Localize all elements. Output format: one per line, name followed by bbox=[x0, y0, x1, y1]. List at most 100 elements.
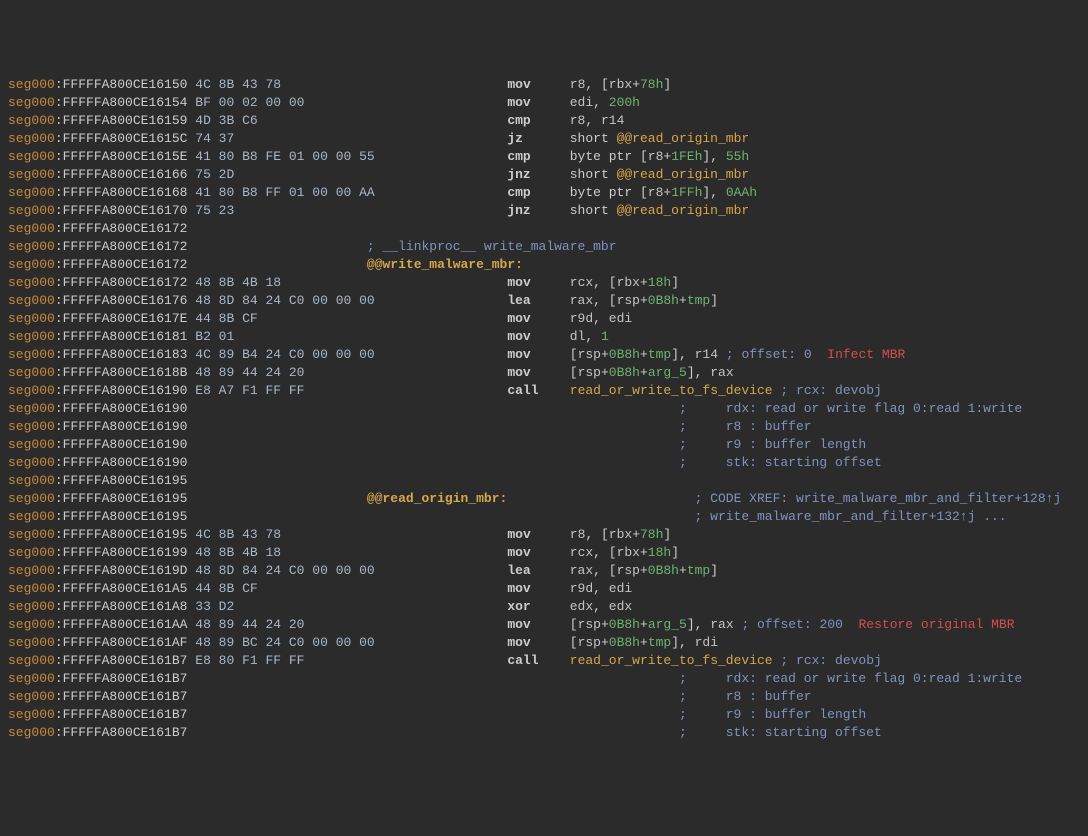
operands: r8, [rbx+78h] bbox=[570, 77, 671, 92]
disasm-line[interactable]: seg000:FFFFFA800CE16172 @@write_malware_… bbox=[8, 256, 1080, 274]
address-offset: FFFFFA800CE16190 bbox=[63, 455, 188, 470]
address-offset: FFFFFA800CE16190 bbox=[63, 401, 188, 416]
disasm-line[interactable]: seg000:FFFFFA800CE16190 ; r9 : buffer le… bbox=[8, 436, 1080, 454]
address-offset: FFFFFA800CE16195 bbox=[63, 473, 188, 488]
proc-comment: ; __linkproc__ write_malware_mbr bbox=[367, 239, 617, 254]
mnemonic: mov bbox=[507, 581, 530, 596]
disasm-line[interactable]: seg000:FFFFFA800CE16150 4C 8B 43 78 mov … bbox=[8, 76, 1080, 94]
address-offset: FFFFFA800CE16172 bbox=[63, 239, 188, 254]
disasm-line[interactable]: seg000:FFFFFA800CE16199 48 8B 4B 18 mov … bbox=[8, 544, 1080, 562]
disasm-line[interactable]: seg000:FFFFFA800CE161B7 ; stk: starting … bbox=[8, 724, 1080, 742]
disasm-line[interactable]: seg000:FFFFFA800CE16195 @@read_origin_mb… bbox=[8, 490, 1080, 508]
tail-comment: ; r8 : buffer bbox=[679, 689, 812, 704]
disasm-line[interactable]: seg000:FFFFFA800CE161AF 48 89 BC 24 C0 0… bbox=[8, 634, 1080, 652]
segment-name: seg000 bbox=[8, 473, 55, 488]
operands: dl, 1 bbox=[570, 329, 609, 344]
mnemonic: mov bbox=[507, 527, 530, 542]
disasm-line[interactable]: seg000:FFFFFA800CE1618B 48 89 44 24 20 m… bbox=[8, 364, 1080, 382]
disasm-line[interactable]: seg000:FFFFFA800CE16190 ; rdx: read or w… bbox=[8, 400, 1080, 418]
code-label[interactable]: @@write_malware_mbr: bbox=[367, 257, 523, 272]
disasm-line[interactable]: seg000:FFFFFA800CE161A8 33 D2 xor edx, e… bbox=[8, 598, 1080, 616]
address-offset: FFFFFA800CE16159 bbox=[63, 113, 188, 128]
segment-name: seg000 bbox=[8, 167, 55, 182]
hex-bytes: 41 80 B8 FE 01 00 00 55 bbox=[195, 149, 374, 164]
operands: short @@read_origin_mbr bbox=[570, 131, 749, 146]
disasm-line[interactable]: seg000:FFFFFA800CE161B7 ; r9 : buffer le… bbox=[8, 706, 1080, 724]
segment-name: seg000 bbox=[8, 437, 55, 452]
mnemonic: mov bbox=[507, 365, 530, 380]
disasm-line[interactable]: seg000:FFFFFA800CE161B7 ; rdx: read or w… bbox=[8, 670, 1080, 688]
disasm-line[interactable]: seg000:FFFFFA800CE16172 ; __linkproc__ w… bbox=[8, 238, 1080, 256]
address-offset: FFFFFA800CE161B7 bbox=[63, 725, 188, 740]
disasm-line[interactable]: seg000:FFFFFA800CE16190 ; stk: starting … bbox=[8, 454, 1080, 472]
disasm-line[interactable]: seg000:FFFFFA800CE16168 41 80 B8 FF 01 0… bbox=[8, 184, 1080, 202]
mnemonic: lea bbox=[507, 563, 530, 578]
segment-name: seg000 bbox=[8, 77, 55, 92]
disasm-line[interactable]: seg000:FFFFFA800CE1617E 44 8B CF mov r9d… bbox=[8, 310, 1080, 328]
operands: rcx, [rbx+18h] bbox=[570, 275, 679, 290]
disasm-line[interactable]: seg000:FFFFFA800CE16190 ; r8 : buffer bbox=[8, 418, 1080, 436]
operands: short @@read_origin_mbr bbox=[570, 203, 749, 218]
segment-name: seg000 bbox=[8, 491, 55, 506]
disasm-line[interactable]: seg000:FFFFFA800CE16166 75 2D jnz short … bbox=[8, 166, 1080, 184]
operands: [rsp+0B8h+arg_5], rax bbox=[570, 365, 734, 380]
address-offset: FFFFFA800CE16183 bbox=[63, 347, 188, 362]
inline-comment: ; rcx: devobj bbox=[780, 653, 881, 668]
disasm-line[interactable]: seg000:FFFFFA800CE16195 bbox=[8, 472, 1080, 490]
disasm-line[interactable]: seg000:FFFFFA800CE16170 75 23 jnz short … bbox=[8, 202, 1080, 220]
disasm-line[interactable]: seg000:FFFFFA800CE161B7 ; r8 : buffer bbox=[8, 688, 1080, 706]
disasm-line[interactable]: seg000:FFFFFA800CE1615E 41 80 B8 FE 01 0… bbox=[8, 148, 1080, 166]
disasm-line[interactable]: seg000:FFFFFA800CE161AA 48 89 44 24 20 m… bbox=[8, 616, 1080, 634]
disasm-line[interactable]: seg000:FFFFFA800CE16159 4D 3B C6 cmp r8,… bbox=[8, 112, 1080, 130]
tail-comment: ; rdx: read or write flag 0:read 1:write bbox=[679, 671, 1022, 686]
hex-bytes: 44 8B CF bbox=[195, 581, 257, 596]
disasm-line[interactable]: seg000:FFFFFA800CE161A5 44 8B CF mov r9d… bbox=[8, 580, 1080, 598]
mnemonic: mov bbox=[507, 545, 530, 560]
tail-comment: ; r9 : buffer length bbox=[679, 707, 866, 722]
disasm-line[interactable]: seg000:FFFFFA800CE16195 ; write_malware_… bbox=[8, 508, 1080, 526]
hex-bytes: 48 8B 4B 18 bbox=[195, 545, 281, 560]
mnemonic: jnz bbox=[507, 203, 530, 218]
address-offset: FFFFFA800CE161A5 bbox=[63, 581, 188, 596]
disasm-line[interactable]: seg000:FFFFFA800CE16176 48 8D 84 24 C0 0… bbox=[8, 292, 1080, 310]
address-offset: FFFFFA800CE16181 bbox=[63, 329, 188, 344]
mnemonic: call bbox=[507, 653, 538, 668]
disasm-line[interactable]: seg000:FFFFFA800CE16195 4C 8B 43 78 mov … bbox=[8, 526, 1080, 544]
address-offset: FFFFFA800CE161B7 bbox=[63, 653, 188, 668]
disasm-line[interactable]: seg000:FFFFFA800CE1619D 48 8D 84 24 C0 0… bbox=[8, 562, 1080, 580]
hex-bytes: 48 8B 4B 18 bbox=[195, 275, 281, 290]
hex-bytes: 33 D2 bbox=[195, 599, 234, 614]
tail-comment: ; stk: starting offset bbox=[679, 725, 882, 740]
annotation: Restore original MBR bbox=[858, 617, 1014, 632]
disasm-line[interactable]: seg000:FFFFFA800CE16172 48 8B 4B 18 mov … bbox=[8, 274, 1080, 292]
segment-name: seg000 bbox=[8, 365, 55, 380]
segment-name: seg000 bbox=[8, 563, 55, 578]
disasm-line[interactable]: seg000:FFFFFA800CE16183 4C 89 B4 24 C0 0… bbox=[8, 346, 1080, 364]
disasm-line[interactable]: seg000:FFFFFA800CE16154 BF 00 02 00 00 m… bbox=[8, 94, 1080, 112]
address-offset: FFFFFA800CE161AF bbox=[63, 635, 188, 650]
disasm-line[interactable]: seg000:FFFFFA800CE16172 bbox=[8, 220, 1080, 238]
mnemonic: mov bbox=[507, 635, 530, 650]
address-offset: FFFFFA800CE16195 bbox=[63, 509, 188, 524]
address-offset: FFFFFA800CE16190 bbox=[63, 437, 188, 452]
segment-name: seg000 bbox=[8, 671, 55, 686]
address-offset: FFFFFA800CE16170 bbox=[63, 203, 188, 218]
segment-name: seg000 bbox=[8, 689, 55, 704]
mnemonic: call bbox=[507, 383, 538, 398]
disasm-line[interactable]: seg000:FFFFFA800CE161B7 E8 80 F1 FF FF c… bbox=[8, 652, 1080, 670]
xref-comment: ; CODE XREF: write_malware_mbr_and_filte… bbox=[695, 491, 1062, 506]
segment-name: seg000 bbox=[8, 383, 55, 398]
segment-name: seg000 bbox=[8, 149, 55, 164]
disasm-line[interactable]: seg000:FFFFFA800CE16190 E8 A7 F1 FF FF c… bbox=[8, 382, 1080, 400]
code-label[interactable]: @@read_origin_mbr: bbox=[367, 491, 507, 506]
mnemonic: mov bbox=[507, 77, 530, 92]
segment-name: seg000 bbox=[8, 293, 55, 308]
mnemonic: cmp bbox=[507, 113, 530, 128]
disasm-line[interactable]: seg000:FFFFFA800CE16181 B2 01 mov dl, 1 bbox=[8, 328, 1080, 346]
address-offset: FFFFFA800CE16195 bbox=[63, 527, 188, 542]
segment-name: seg000 bbox=[8, 419, 55, 434]
inline-comment: ; rcx: devobj bbox=[780, 383, 881, 398]
disasm-line[interactable]: seg000:FFFFFA800CE1615C 74 37 jz short @… bbox=[8, 130, 1080, 148]
address-offset: FFFFFA800CE16172 bbox=[63, 257, 188, 272]
hex-bytes: 75 2D bbox=[195, 167, 234, 182]
